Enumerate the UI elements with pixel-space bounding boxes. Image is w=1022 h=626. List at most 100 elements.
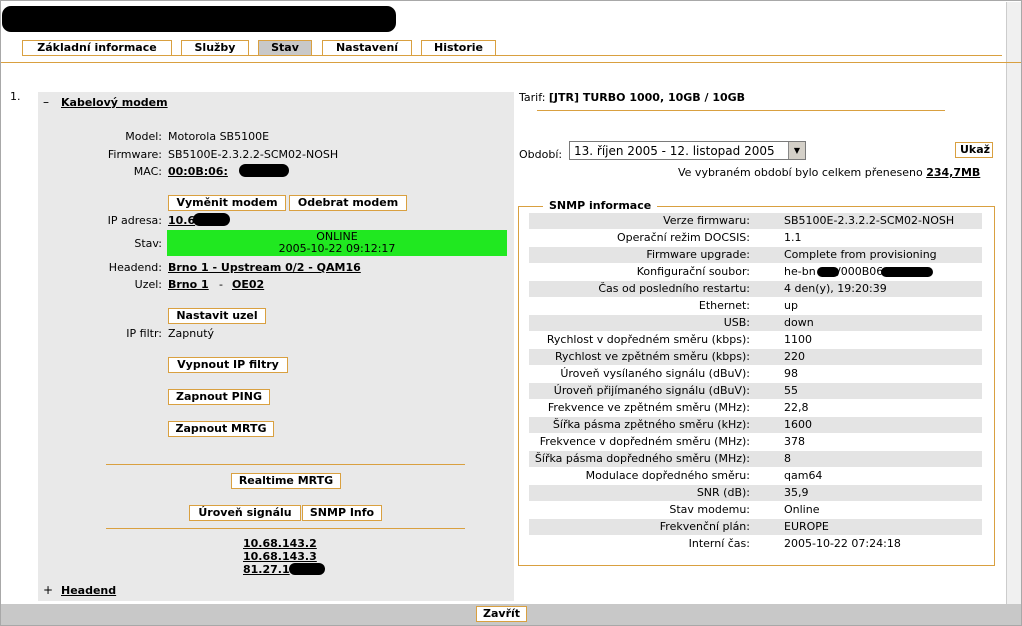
snmp-row: Čas od posledního restartu: 4 den(y), 19:… — [529, 281, 982, 297]
snmp-value: 2005-10-22 07:24:18 — [784, 537, 901, 550]
divider — [537, 110, 945, 111]
snmp-key: Verze firmwaru: — [663, 214, 750, 227]
snmp-value: 22,8 — [784, 401, 809, 414]
snmp-row: Frekvence ve zpětném směru (MHz): 22,8 — [529, 400, 982, 416]
redacted-ip — [193, 213, 230, 226]
snmp-value: 220 — [784, 350, 805, 363]
divider — [106, 464, 465, 465]
enable-mrtg-button[interactable]: Zapnout MRTG — [168, 421, 274, 437]
headend-label: Headend: — [108, 261, 162, 274]
firmware-value: SB5100E-2.3.2.2-SCM02-NOSH — [168, 148, 339, 161]
redacted-config — [881, 267, 933, 277]
snmp-row: SNR (dB): 35,9 — [529, 485, 982, 501]
ipfilter-value: Zapnutý — [168, 327, 215, 340]
mac-value-link[interactable]: 00:0B:06: — [168, 165, 228, 178]
model-label: Model: — [125, 130, 162, 143]
snmp-key: Konfigurační soubor: — [636, 265, 750, 278]
snmp-row: Rychlost ve zpětném směru (kbps): 220 — [529, 349, 982, 365]
snmp-key: Čas od posledního restartu: — [598, 282, 750, 295]
node-label: Uzel: — [134, 278, 162, 291]
list-number: 1. — [10, 90, 21, 103]
snmp-value: 8 — [784, 452, 791, 465]
state-label: Stav: — [134, 237, 162, 250]
snmp-value: 1.1 — [784, 231, 802, 244]
snmp-title: SNMP informace — [543, 199, 658, 212]
ip-value-link[interactable]: 10.6 — [168, 214, 195, 227]
tab-stav[interactable]: Stav — [258, 40, 312, 55]
snmp-row: Frekvence v dopředném směru (MHz): 378 — [529, 434, 982, 450]
period-select[interactable]: 13. říjen 2005 - 12. listopad 2005 ▼ — [569, 141, 806, 160]
snmp-row: Konfigurační soubor: he-bn/000B06 — [529, 264, 982, 280]
snmp-row: Úroveň přijímaného signálu (dBuV): 55 — [529, 383, 982, 399]
snmp-value: 378 — [784, 435, 805, 448]
chevron-down-icon[interactable]: ▼ — [788, 142, 805, 159]
snmp-key: Úroveň vysílaného signálu (dBuV): — [560, 367, 750, 380]
snmp-row: Verze firmwaru: SB5100E-2.3.2.2-SCM02-NOS… — [529, 213, 982, 229]
snmp-key: Operační režim DOCSIS: — [616, 231, 750, 244]
tab-historie[interactable]: Historie — [421, 40, 496, 55]
divider — [106, 528, 465, 529]
ip-link-2[interactable]: 10.68.143.3 — [243, 550, 317, 563]
model-value: Motorola SB5100E — [168, 130, 270, 143]
snmp-value: 55 — [784, 384, 798, 397]
snmp-value: Online — [784, 503, 820, 516]
node-link[interactable]: Brno 1 — [168, 278, 209, 291]
snmp-row: Stav modemu: Online — [529, 502, 982, 518]
ip-label: IP adresa: — [107, 214, 162, 227]
period-note-text: Ve vybraném období bylo celkem přeneseno — [678, 166, 923, 179]
tarif-label: Tarif: — [519, 91, 546, 104]
snmp-key: Ethernet: — [698, 299, 750, 312]
expand-toggle[interactable]: + — [43, 583, 53, 597]
tab-sluzby[interactable]: Služby — [181, 40, 249, 55]
close-button[interactable]: Zavřít — [476, 606, 528, 622]
snmp-key: Firmware upgrade: — [646, 248, 750, 261]
redacted-config — [817, 267, 839, 277]
ip-link-3[interactable]: 81.27.1 — [243, 563, 290, 576]
replace-modem-button[interactable]: Vyměnit modem — [168, 195, 286, 211]
node-code-link[interactable]: OE02 — [232, 278, 264, 291]
tab-zakladni-informace[interactable]: Základní informace — [22, 40, 172, 55]
disable-ip-filters-button[interactable]: Vypnout IP filtry — [168, 357, 288, 373]
snmp-key: Šířka pásma zpětného směru (kHz): — [552, 418, 750, 431]
snmp-row: Rychlost v dopředném směru (kbps): 1100 — [529, 332, 982, 348]
ip-link-1[interactable]: 10.68.143.2 — [243, 537, 317, 550]
snmp-value: he-bn — [784, 265, 816, 278]
snmp-row: Šířka pásma zpětného směru (kHz): 1600 — [529, 417, 982, 433]
period-total-link[interactable]: 234,7MB — [926, 166, 980, 179]
snmp-key: Frekvenční plán: — [659, 520, 750, 533]
snmp-row: Úroveň vysílaného signálu (dBuV): 98 — [529, 366, 982, 382]
section-title-modem[interactable]: Kabelový modem — [61, 96, 168, 109]
snmp-value: qam64 — [784, 469, 823, 482]
snmp-row: Ethernet: up — [529, 298, 982, 314]
node-separator: - — [219, 278, 223, 291]
redacted-ip-link — [289, 563, 325, 575]
remove-modem-button[interactable]: Odebrat modem — [289, 195, 407, 211]
snmp-row: USB: down — [529, 315, 982, 331]
period-note: Ve vybraném období bylo celkem přeneseno… — [678, 166, 980, 179]
signal-level-button[interactable]: Úroveň signálu — [189, 505, 301, 521]
set-node-button[interactable]: Nastavit uzel — [168, 308, 266, 324]
tab-underline — [22, 55, 1002, 56]
snmp-key: Úroveň přijímaného signálu (dBuV): — [553, 384, 750, 397]
snmp-key: USB: — [723, 316, 750, 329]
snmp-info-button[interactable]: SNMP Info — [302, 505, 382, 521]
snmp-key: Frekvence ve zpětném směru (MHz): — [547, 401, 750, 414]
snmp-key: Rychlost v dopředném směru (kbps): — [546, 333, 750, 346]
section-title-headend[interactable]: Headend — [61, 584, 116, 597]
mac-label: MAC: — [133, 165, 162, 178]
headend-link[interactable]: Brno 1 - Upstream 0/2 - QAM16 — [168, 261, 361, 274]
tab-nastaveni[interactable]: Nastavení — [322, 40, 412, 55]
realtime-mrtg-button[interactable]: Realtime MRTG — [231, 473, 341, 489]
snmp-value: 1100 — [784, 333, 812, 346]
snmp-row: Frekvenční plán: EUROPE — [529, 519, 982, 535]
divider — [1, 62, 1021, 63]
collapse-toggle[interactable]: – — [43, 95, 49, 109]
snmp-key: Rychlost ve zpětném směru (kbps): — [554, 350, 750, 363]
show-button[interactable]: Ukaž — [955, 142, 993, 158]
snmp-value: 35,9 — [784, 486, 809, 499]
vertical-scrollbar[interactable] — [1006, 2, 1021, 605]
snmp-row: Modulace dopředného směru: qam64 — [529, 468, 982, 484]
snmp-row: Operační režim DOCSIS: 1.1 — [529, 230, 982, 246]
snmp-value: down — [784, 316, 814, 329]
enable-ping-button[interactable]: Zapnout PING — [168, 389, 270, 405]
